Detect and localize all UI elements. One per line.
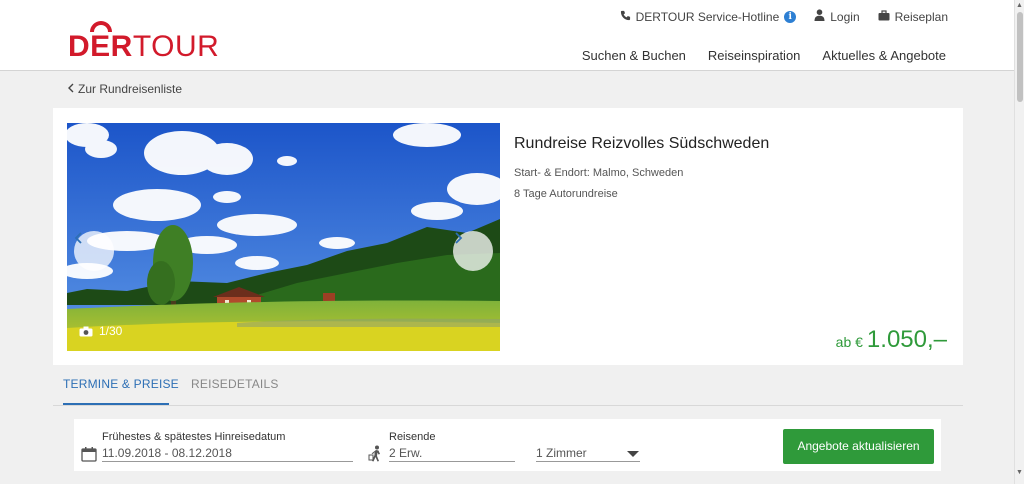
main-nav: Suchen & Buchen Reiseinspiration Aktuell…: [582, 48, 946, 63]
tab-dates-prices[interactable]: TERMINE & PREISE: [63, 377, 179, 391]
back-to-tour-list-link[interactable]: Zur Rundreisenliste: [68, 82, 182, 96]
tour-photo-gallery[interactable]: 1/30: [67, 123, 500, 351]
user-icon: [814, 9, 825, 24]
tour-duration: 8 Tage Autorundreise: [514, 188, 618, 200]
date-range-input[interactable]: 11.09.2018 - 08.12.2018: [102, 446, 353, 462]
login-label: Login: [830, 9, 860, 24]
price-amount: 1.050,–: [866, 326, 947, 353]
nav-item-news-offers[interactable]: Aktuelles & Angebote: [822, 48, 946, 63]
nav-item-inspiration[interactable]: Reiseinspiration: [708, 48, 801, 63]
chevron-left-icon: [68, 82, 74, 96]
phone-icon: [620, 10, 631, 24]
date-range-label: Frühestes & spätestes Hinreisedatum: [102, 431, 286, 443]
utility-nav: DERTOUR Service-Hotline i Login Reisepla…: [620, 9, 948, 24]
traveler-icon: [368, 445, 384, 468]
site-header: DERTOUR DERTOUR Service-Hotline i Login …: [0, 0, 1014, 71]
nav-item-search-book[interactable]: Suchen & Buchen: [582, 48, 686, 63]
briefcase-icon: [878, 9, 890, 24]
scroll-down-arrow-icon[interactable]: ▼: [1016, 469, 1023, 476]
price-prefix: ab €: [835, 334, 863, 350]
tour-title: Rundreise Reizvolles Südschweden: [514, 135, 770, 152]
service-hotline-link[interactable]: DERTOUR Service-Hotline i: [620, 10, 797, 24]
gallery-next-button[interactable]: [453, 231, 493, 271]
offer-filter-bar: Frühestes & spätestes Hinreisedatum 11.0…: [74, 419, 941, 471]
tab-travel-details[interactable]: REISEDETAILS: [191, 377, 279, 391]
chevron-down-icon[interactable]: [627, 451, 639, 457]
detail-tabs: TERMINE & PREISE REISEDETAILS: [53, 368, 963, 406]
travel-plan-label: Reiseplan: [894, 9, 948, 24]
scroll-up-arrow-icon[interactable]: ▲: [1016, 2, 1023, 9]
update-offers-button[interactable]: Angebote aktualisieren: [783, 429, 934, 464]
tour-card: 1/30 Rundreise Reizvolles Südschweden St…: [53, 108, 963, 365]
chevron-right-icon: [455, 232, 463, 244]
service-hotline-label: DERTOUR Service-Hotline: [635, 9, 780, 24]
calendar-icon: [81, 446, 97, 467]
gallery-prev-button[interactable]: [74, 231, 114, 271]
info-icon[interactable]: i: [784, 10, 797, 23]
chevron-left-icon: [74, 232, 82, 244]
camera-icon: [79, 326, 93, 336]
travelers-input[interactable]: 2 Erw.: [389, 446, 515, 462]
tour-route: Start- & Endort: Malmo, Schweden: [514, 167, 684, 179]
dertour-logo[interactable]: DERTOUR: [68, 21, 219, 64]
photo-counter: 1/30: [79, 324, 122, 338]
page-scrollbar[interactable]: ▲ ▼: [1014, 0, 1024, 484]
travel-plan-link[interactable]: Reiseplan: [878, 10, 948, 24]
scroll-thumb[interactable]: [1017, 12, 1023, 102]
rooms-select[interactable]: 1 Zimmer: [536, 446, 640, 462]
travelers-label: Reisende: [389, 431, 436, 443]
tour-photo: [67, 123, 500, 351]
back-link-label: Zur Rundreisenliste: [78, 82, 183, 96]
login-link[interactable]: Login: [814, 9, 860, 24]
tour-price: ab € 1.050,–: [836, 326, 947, 354]
active-tab-indicator: [63, 403, 169, 405]
photo-counter-text: 1/30: [99, 324, 123, 338]
